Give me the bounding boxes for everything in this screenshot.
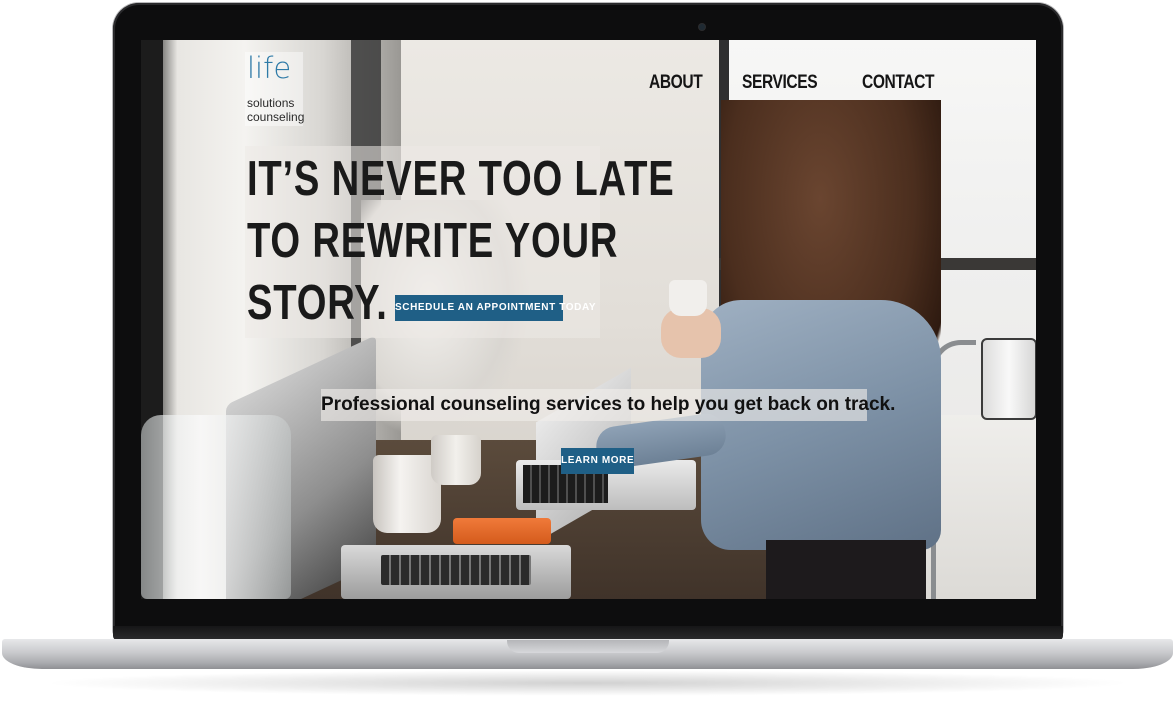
schedule-appointment-button[interactable]: SCHEDULE AN APPOINTMENT TODAY	[395, 295, 596, 321]
website-screen: life solutions counseling ABOUT SERVICES…	[141, 40, 1036, 599]
logo-line: counseling	[247, 110, 305, 124]
photo-woman-jacket	[701, 300, 941, 550]
camera-icon	[699, 24, 705, 30]
laptop-notch	[507, 640, 669, 653]
laptop-hinge	[113, 626, 1063, 640]
photo-keyboard	[381, 555, 531, 585]
main-nav: ABOUT SERVICES CONTACT	[649, 72, 950, 94]
logo-word: life	[247, 51, 292, 85]
nav-about-link[interactable]: ABOUT	[649, 72, 703, 94]
photo-jar	[141, 415, 291, 599]
nav-services-link[interactable]: SERVICES	[742, 72, 818, 94]
hero-headline-line: IT’S NEVER TOO LATE	[247, 152, 675, 206]
logo-line: solutions	[247, 96, 295, 110]
hero-headline-line: STORY.	[247, 276, 388, 330]
photo-mug	[431, 435, 481, 485]
photo-woman-pants	[766, 540, 926, 599]
photo-lantern	[981, 338, 1036, 420]
laptop-mockup: life solutions counseling ABOUT SERVICES…	[0, 0, 1175, 708]
tagline-text: Professional counseling services to help…	[321, 394, 896, 415]
nav-contact-link[interactable]: CONTACT	[862, 72, 935, 94]
photo-cup	[669, 280, 707, 316]
learn-more-button[interactable]: LEARN MORE	[561, 448, 634, 474]
photo-hard-drive	[453, 518, 551, 544]
laptop-shadow	[40, 670, 1135, 696]
hero-headline-line: TO REWRITE YOUR	[247, 214, 619, 268]
